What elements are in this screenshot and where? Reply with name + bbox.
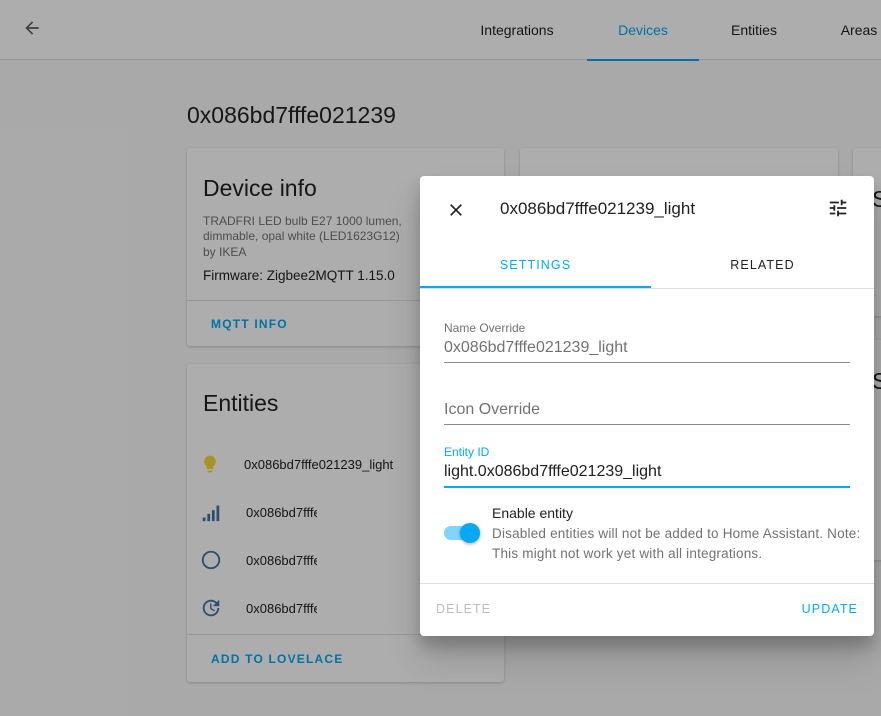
toggle-thumb (460, 523, 480, 543)
enable-entity-toggle[interactable] (444, 523, 480, 543)
entity-id-field: Entity ID (444, 445, 850, 488)
icon-override-field (444, 399, 850, 425)
entity-settings-dialog: 0x086bd7fffe021239_light SETTINGS RELATE… (420, 176, 874, 636)
input-underline (444, 424, 850, 425)
entity-id-input[interactable] (444, 461, 850, 483)
name-override-field: Name Override (444, 321, 850, 363)
input-underline (444, 362, 850, 363)
footer-divider (420, 583, 874, 584)
entity-id-label: Entity ID (444, 445, 490, 459)
delete-button[interactable]: DELETE (436, 602, 491, 616)
name-override-label: Name Override (444, 321, 526, 335)
close-icon[interactable] (442, 196, 470, 224)
tab-settings[interactable]: SETTINGS (420, 242, 651, 288)
dialog-title: 0x086bd7fffe021239_light (500, 199, 696, 218)
tune-icon[interactable] (824, 194, 852, 222)
enable-entity-title: Enable entity (492, 505, 573, 521)
name-override-input[interactable] (444, 337, 850, 359)
tab-related[interactable]: RELATED (647, 242, 874, 288)
icon-override-input[interactable] (444, 399, 850, 421)
input-underline (444, 486, 850, 488)
update-button[interactable]: UPDATE (802, 602, 858, 616)
enable-entity-description: Disabled entities will not be added to H… (492, 526, 861, 561)
tabs-divider (420, 288, 874, 289)
